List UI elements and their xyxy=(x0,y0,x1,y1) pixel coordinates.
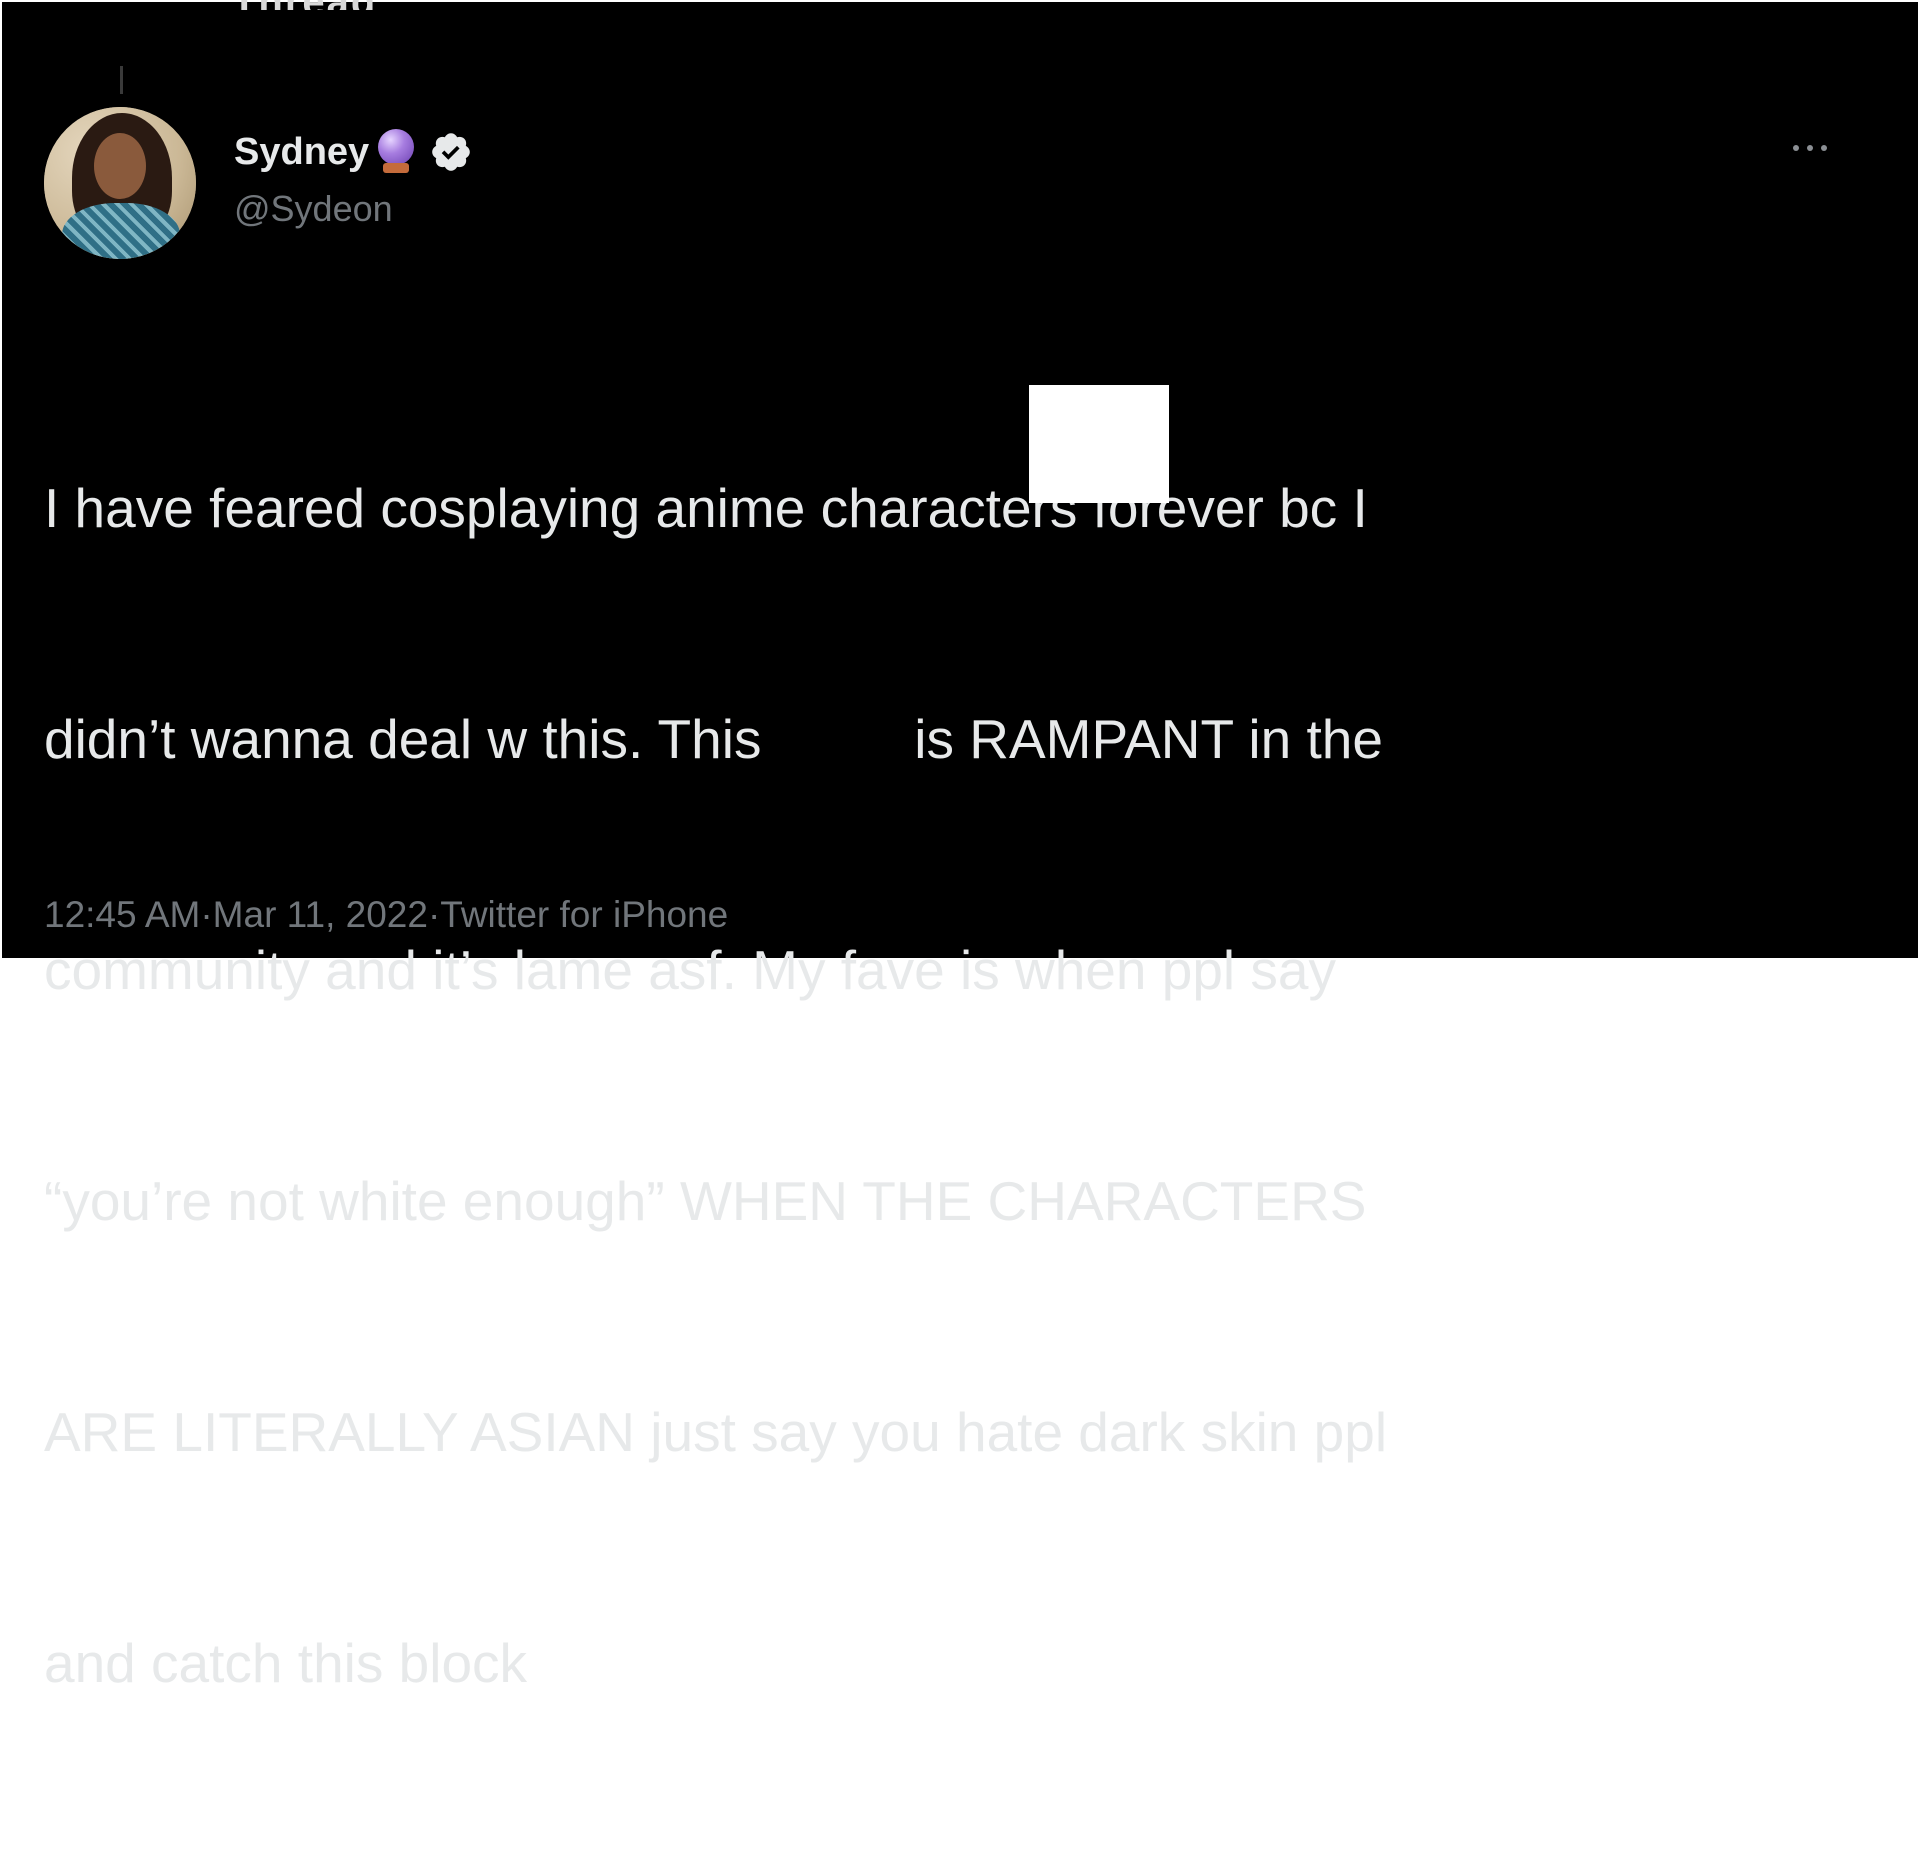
tweet-time[interactable]: 12:45 AM xyxy=(44,894,200,936)
tweet-text: I have feared cosplaying anime character… xyxy=(44,316,1804,1856)
tweet-source[interactable]: Twitter for iPhone xyxy=(440,894,728,936)
crystal-ball-icon xyxy=(375,127,417,177)
avatar[interactable] xyxy=(44,107,196,259)
meta-separator: · xyxy=(200,894,213,935)
display-name[interactable]: Sydney xyxy=(234,131,369,174)
verified-icon xyxy=(432,133,470,171)
redaction-box xyxy=(1029,385,1169,503)
author-name-row[interactable]: Sydney xyxy=(234,124,473,180)
thread-connector-line xyxy=(120,66,123,94)
tweet-date[interactable]: Mar 11, 2022 xyxy=(213,894,428,936)
meta-separator: · xyxy=(427,894,441,935)
more-options-icon[interactable] xyxy=(1786,138,1834,158)
tweet-metadata: 12:45 AM · Mar 11, 2022 · Twitter for iP… xyxy=(44,894,728,936)
tweet-card: Thread Sydney @Sydeon I have feared cosp… xyxy=(0,0,1920,1694)
author-handle[interactable]: @Sydeon xyxy=(234,188,393,230)
tweet-text-line: I have feared cosplaying anime character… xyxy=(44,477,1368,539)
tweet-text-line: community and it’s lame asf. My fave is … xyxy=(44,939,1337,1001)
tweet-text-line: didn’t wanna deal w this. This is RAMPAN… xyxy=(44,708,1383,770)
partial-header-title: Thread xyxy=(232,0,432,10)
tweet-text-line: and catch this block xyxy=(44,1632,528,1694)
tweet-text-line: ARE LITERALLY ASIAN just say you hate da… xyxy=(44,1401,1388,1463)
tweet-text-line: “you’re not white enough” WHEN THE CHARA… xyxy=(44,1170,1367,1232)
